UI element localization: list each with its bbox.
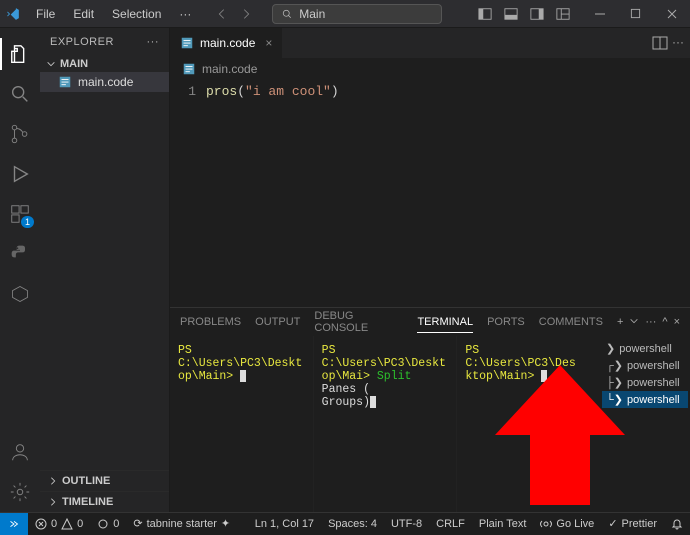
panel-tab-problems[interactable]: PROBLEMS bbox=[180, 312, 241, 332]
terminal-list-item[interactable]: ├❯powershell bbox=[602, 374, 688, 391]
layout-sidebar-right-icon[interactable] bbox=[524, 0, 550, 28]
activity-other-icon[interactable] bbox=[0, 274, 40, 314]
panel-tab-terminal[interactable]: TERMINAL bbox=[417, 312, 473, 333]
customize-layout-icon[interactable] bbox=[550, 0, 576, 28]
file-tree-item[interactable]: main.code bbox=[40, 72, 169, 92]
layout-panel-icon[interactable] bbox=[498, 0, 524, 28]
terminal-icon: ├❯ bbox=[606, 376, 623, 389]
panel: PROBLEMS OUTPUT DEBUG CONSOLE TERMINAL P… bbox=[170, 307, 690, 512]
status-lang[interactable]: Plain Text bbox=[472, 513, 534, 535]
close-icon[interactable]: × bbox=[265, 36, 272, 50]
activity-account-icon[interactable] bbox=[0, 432, 40, 472]
editor-tab[interactable]: main.code × bbox=[170, 28, 283, 58]
terminal-pane-3[interactable]: PS C:\Users\PC3\Des ktop\Main> bbox=[457, 336, 600, 512]
status-bar: 00 0 ⟳tabnine starter✦ Ln 1, Col 17 Spac… bbox=[0, 512, 690, 534]
tab-label: main.code bbox=[200, 36, 255, 50]
timeline-section[interactable]: TIMELINE bbox=[40, 491, 169, 512]
status-errors[interactable]: 00 bbox=[28, 513, 90, 535]
status-spaces[interactable]: Spaces: 4 bbox=[321, 513, 384, 535]
more-icon[interactable]: ··· bbox=[672, 35, 684, 51]
status-bell-icon[interactable] bbox=[664, 513, 690, 535]
layout-sidebar-left-icon[interactable] bbox=[472, 0, 498, 28]
terminal-icon: └❯ bbox=[606, 393, 623, 406]
panel-tab-ports[interactable]: PORTS bbox=[487, 312, 525, 332]
menu-file[interactable]: File bbox=[28, 4, 63, 24]
folder-name: MAIN bbox=[60, 58, 88, 70]
chevron-down-icon bbox=[46, 59, 56, 69]
panel-tab-comments[interactable]: COMMENTS bbox=[539, 312, 603, 332]
terminal-dropdown-icon[interactable] bbox=[629, 316, 639, 328]
status-ports[interactable]: 0 bbox=[90, 513, 126, 535]
window-close-icon[interactable] bbox=[654, 0, 690, 28]
activity-bar: 1 bbox=[0, 28, 40, 512]
file-icon bbox=[180, 36, 194, 50]
menu-edit[interactable]: Edit bbox=[65, 4, 102, 24]
new-terminal-icon[interactable]: + bbox=[617, 316, 623, 328]
menu-selection[interactable]: Selection bbox=[104, 4, 169, 24]
activity-run-debug-icon[interactable] bbox=[0, 154, 40, 194]
close-panel-icon[interactable]: × bbox=[674, 316, 680, 328]
editor-area: main.code × ··· main.code 1 pros("i am c… bbox=[170, 28, 690, 512]
panel-tab-output[interactable]: OUTPUT bbox=[255, 312, 300, 332]
maximize-panel-icon[interactable]: ^ bbox=[662, 316, 667, 328]
sidebar-more-icon[interactable]: ··· bbox=[147, 36, 160, 48]
remote-icon[interactable] bbox=[0, 513, 28, 535]
activity-search-icon[interactable] bbox=[0, 74, 40, 114]
activity-settings-icon[interactable] bbox=[0, 472, 40, 512]
activity-python-icon[interactable] bbox=[0, 234, 40, 274]
status-eol[interactable]: CRLF bbox=[429, 513, 472, 535]
terminal-list-item[interactable]: ❯powershell bbox=[602, 340, 688, 357]
terminal-list-item[interactable]: ┌❯powershell bbox=[602, 357, 688, 374]
chevron-right-icon bbox=[48, 497, 58, 507]
folder-header[interactable]: MAIN bbox=[40, 56, 169, 72]
code-editor[interactable]: 1 pros("i am cool") bbox=[170, 80, 690, 103]
code-line: pros("i am cool") bbox=[206, 84, 339, 99]
status-encoding[interactable]: UTF-8 bbox=[384, 513, 429, 535]
status-prettier[interactable]: ✓Prettier bbox=[601, 513, 664, 535]
file-icon bbox=[182, 62, 196, 76]
nav-back-icon[interactable] bbox=[211, 3, 233, 25]
nav-forward-icon[interactable] bbox=[235, 3, 257, 25]
search-icon bbox=[281, 8, 293, 20]
status-lncol[interactable]: Ln 1, Col 17 bbox=[248, 513, 321, 535]
window-minimize-icon[interactable] bbox=[582, 0, 618, 28]
terminal-list: ❯powershell ┌❯powershell ├❯powershell └❯… bbox=[600, 336, 690, 512]
panel-tab-debug[interactable]: DEBUG CONSOLE bbox=[314, 306, 403, 338]
status-tabnine[interactable]: ⟳tabnine starter✦ bbox=[126, 513, 237, 535]
terminal-icon: ┌❯ bbox=[606, 359, 623, 372]
sidebar-title: EXPLORER bbox=[50, 36, 114, 48]
extensions-badge: 1 bbox=[21, 216, 34, 228]
terminal-icon: ❯ bbox=[606, 342, 615, 355]
sidebar: EXPLORER ··· MAIN main.code OUTLINE TIME… bbox=[40, 28, 170, 512]
terminal-list-item[interactable]: └❯powershell bbox=[602, 391, 688, 408]
editor-tabs: main.code × ··· bbox=[170, 28, 690, 58]
vscode-logo-icon bbox=[0, 7, 26, 21]
activity-extensions-icon[interactable]: 1 bbox=[0, 194, 40, 234]
chevron-right-icon bbox=[48, 476, 58, 486]
command-center-label: Main bbox=[299, 7, 325, 21]
terminal-pane-2[interactable]: PS C:\Users\PC3\Deskt op\Mai> Split Pane… bbox=[314, 336, 458, 512]
window-maximize-icon[interactable] bbox=[618, 0, 654, 28]
title-bar: File Edit Selection ··· Main bbox=[0, 0, 690, 28]
nav-buttons bbox=[211, 3, 257, 25]
file-name: main.code bbox=[78, 75, 133, 89]
activity-source-control-icon[interactable] bbox=[0, 114, 40, 154]
breadcrumb[interactable]: main.code bbox=[170, 58, 690, 80]
status-golive[interactable]: Go Live bbox=[533, 513, 601, 535]
outline-section[interactable]: OUTLINE bbox=[40, 470, 169, 491]
menu-bar: File Edit Selection ··· bbox=[28, 4, 199, 24]
file-icon bbox=[58, 75, 72, 89]
command-center[interactable]: Main bbox=[272, 4, 442, 24]
panel-more-icon[interactable]: ··· bbox=[645, 316, 656, 328]
line-number: 1 bbox=[170, 84, 206, 99]
terminal-pane-1[interactable]: PS C:\Users\PC3\Deskt op\Main> bbox=[170, 336, 314, 512]
menu-more[interactable]: ··· bbox=[171, 4, 199, 24]
split-editor-icon[interactable] bbox=[652, 35, 668, 51]
activity-explorer-icon[interactable] bbox=[0, 34, 40, 74]
